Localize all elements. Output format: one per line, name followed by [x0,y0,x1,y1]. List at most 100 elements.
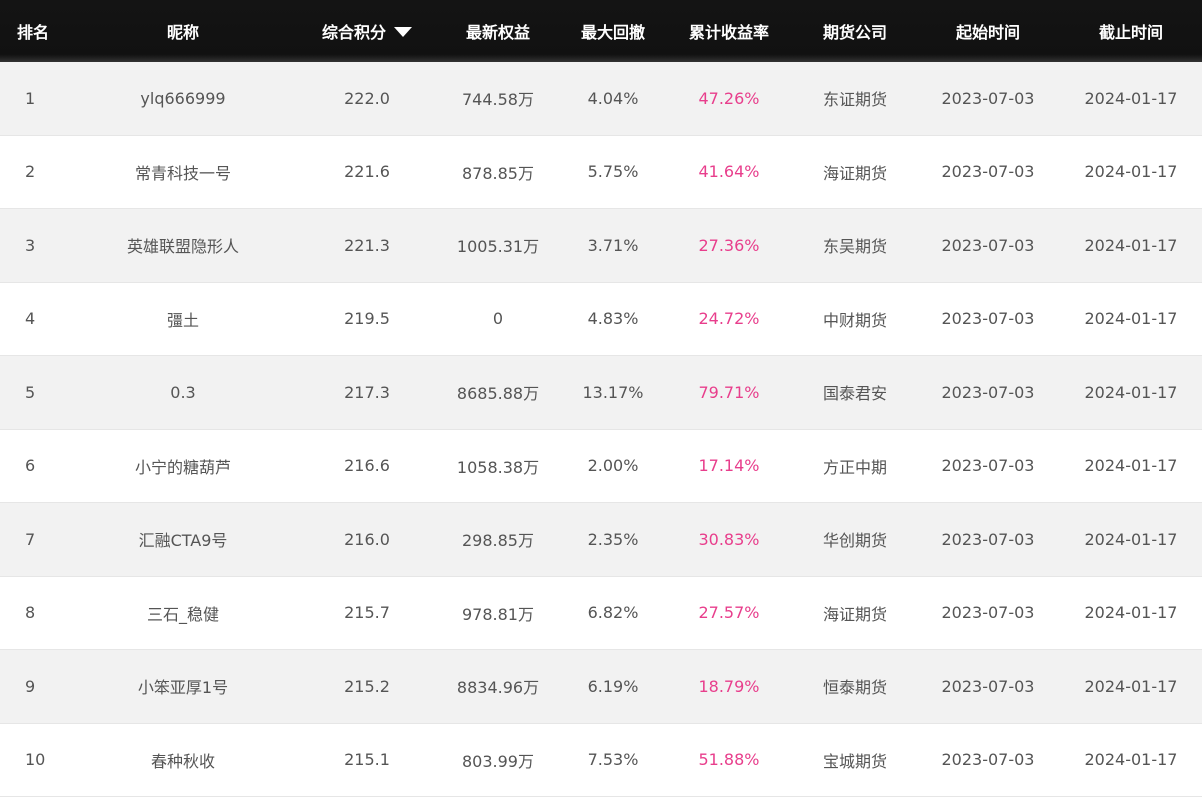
nickname-cell[interactable]: 汇融CTA9号 [66,503,300,576]
equity-cell: 1005.31万 [456,237,540,257]
nickname-cell[interactable]: ylq666999 [66,62,300,135]
equity-cell: 8834.96万 [456,678,540,698]
start-date-cell: 2023-07-03 [941,88,1035,108]
table-row[interactable]: 9 小笨亚厚1号 215.2 8834.96万 6.19% 18.79% 恒泰期货 2023-… [0,650,1202,724]
start-date-cell: 2023-07-03 [941,603,1035,623]
return-cell: 79.71% [698,382,760,402]
equity-cell: 803.99万 [462,751,534,771]
return-cell: 27.36% [698,235,760,255]
score-cell: 219.5 [344,309,390,329]
nickname-cell[interactable]: 春种秋收 [66,724,300,797]
nickname-cell[interactable]: 彊土 [66,283,300,356]
score-cell: 215.7 [344,603,390,623]
rank-cell: 3 [25,235,36,255]
return-cell: 30.83% [698,529,760,549]
company-cell: 东证期货 [822,90,887,110]
nickname-cell[interactable]: 小笨亚厚1号 [66,650,300,723]
return-cell: 17.14% [698,456,760,476]
return-cell: 47.26% [698,88,760,108]
rank-cell: 10 [25,750,46,770]
table-row[interactable]: 1 ylq666999 222.0 744.58万 4.04% 47.26% 东证期货 202… [0,62,1202,136]
start-date-cell: 2023-07-03 [941,456,1035,476]
company-cell: 海证期货 [822,163,887,183]
drawdown-cell: 13.17% [582,382,644,402]
score-cell: 215.1 [344,750,390,770]
sort-desc-icon[interactable] [394,27,412,37]
end-date-cell: 2024-01-17 [1084,162,1178,182]
return-cell: 51.88% [698,750,760,770]
score-cell: 215.2 [344,676,390,696]
drawdown-cell: 2.00% [587,456,639,476]
drawdown-cell: 6.82% [587,603,639,623]
table-row[interactable]: 6 小宁的糖葫芦 216.6 1058.38万 2.00% 17.14% 方正中期 2023-… [0,429,1202,503]
score-cell: 217.3 [344,382,390,402]
end-date-cell: 2024-01-17 [1084,235,1178,255]
equity-cell: 298.85万 [462,531,534,551]
score-cell: 216.6 [344,456,390,476]
start-date-cell: 2023-07-03 [941,676,1035,696]
end-date-cell: 2024-01-17 [1084,603,1178,623]
drawdown-cell: 4.83% [587,309,639,329]
company-cell: 中财期货 [822,310,887,330]
nickname-cell[interactable]: 三石_稳健 [66,577,300,650]
start-date-cell: 2023-07-03 [941,750,1035,770]
rank-cell: 8 [25,603,36,623]
table-body: 1 ylq666999 222.0 744.58万 4.04% 47.26% 东证期货 202… [0,62,1202,797]
score-cell: 216.0 [344,529,390,549]
rank-cell: 7 [25,529,36,549]
start-date-cell: 2023-07-03 [941,162,1035,182]
company-cell: 华创期货 [822,531,887,551]
score-cell: 221.6 [344,162,390,182]
header-nickname[interactable]: 昵称 [66,0,300,62]
table-row[interactable]: 10 春种秋收 215.1 803.99万 7.53% 51.88% 宝城期货 2023-07… [0,723,1202,797]
end-date-cell: 2024-01-17 [1084,456,1178,476]
table-row[interactable]: 4 彊土 219.5 0 4.83% 24.72% 中财期货 2023-07-03 2024-0… [0,282,1202,356]
return-cell: 24.72% [698,309,760,329]
drawdown-cell: 3.71% [587,235,639,255]
table-row[interactable]: 3 英雄联盟隐形人 221.3 1005.31万 3.71% 27.36% 东吴期货 2023… [0,209,1202,283]
rank-cell: 2 [25,162,36,182]
header-company[interactable]: 期货公司 [794,0,916,62]
header-score[interactable]: 综合积分 [300,0,434,62]
header-equity[interactable]: 最新权益 [434,0,562,62]
nickname-cell[interactable]: 英雄联盟隐形人 [66,209,300,282]
nickname-cell[interactable]: 小宁的糖葫芦 [66,430,300,503]
equity-cell: 878.85万 [462,163,534,183]
rank-cell: 1 [25,88,36,108]
company-cell: 东吴期货 [822,237,887,257]
start-date-cell: 2023-07-03 [941,529,1035,549]
table-header: 排名 昵称 综合积分 最新权益 最大回撤 累计收益率 期货公司 起始时间 截止时… [0,0,1202,62]
nickname-cell[interactable]: 常青科技一号 [66,136,300,209]
header-drawdown[interactable]: 最大回撤 [562,0,664,62]
end-date-cell: 2024-01-17 [1084,676,1178,696]
equity-cell: 0 [492,309,504,329]
header-end[interactable]: 截止时间 [1060,0,1202,62]
drawdown-cell: 7.53% [587,750,639,770]
company-cell: 国泰君安 [822,384,887,404]
table-row[interactable]: 2 常青科技一号 221.6 878.85万 5.75% 41.64% 海证期货 2023-0… [0,135,1202,209]
header-start[interactable]: 起始时间 [916,0,1060,62]
table-row[interactable]: 5 0.3 217.3 8685.88万 13.17% 79.71% 国泰君安 2023-07… [0,356,1202,430]
start-date-cell: 2023-07-03 [941,309,1035,329]
end-date-cell: 2024-01-17 [1084,529,1178,549]
rank-cell: 5 [25,382,36,402]
nickname-cell[interactable]: 0.3 [66,356,300,429]
equity-cell: 978.81万 [462,604,534,624]
rank-cell: 9 [25,676,36,696]
equity-cell: 744.58万 [462,90,534,110]
end-date-cell: 2024-01-17 [1084,382,1178,402]
header-return[interactable]: 累计收益率 [664,0,794,62]
rank-cell: 6 [25,456,36,476]
table-row[interactable]: 8 三石_稳健 215.7 978.81万 6.82% 27.57% 海证期货 2023-07… [0,576,1202,650]
score-cell: 222.0 [344,88,390,108]
table-row[interactable]: 7 汇融CTA9号 216.0 298.85万 2.35% 30.83% 华创期货 2023-… [0,503,1202,577]
header-rank[interactable]: 排名 [0,0,66,62]
rank-cell: 4 [25,309,36,329]
company-cell: 宝城期货 [822,751,887,771]
return-cell: 18.79% [698,676,760,696]
start-date-cell: 2023-07-03 [941,235,1035,255]
return-cell: 27.57% [698,603,760,623]
equity-cell: 1058.38万 [456,457,540,477]
start-date-cell: 2023-07-03 [941,382,1035,402]
end-date-cell: 2024-01-17 [1084,750,1178,770]
